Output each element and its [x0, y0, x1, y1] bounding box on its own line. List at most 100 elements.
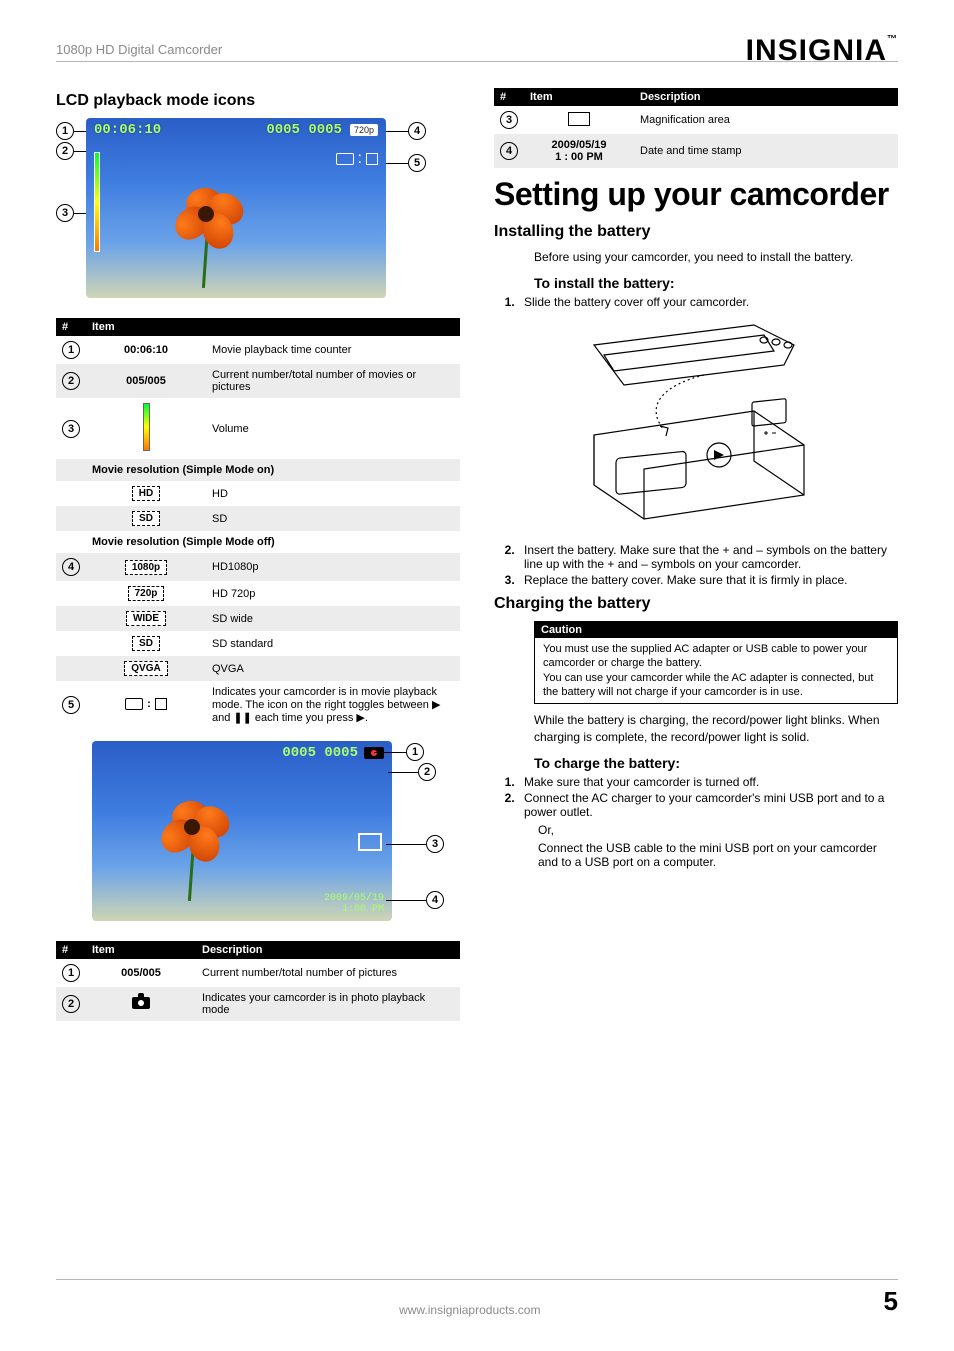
- row-desc: SD wide: [206, 606, 460, 631]
- row-desc: Magnification area: [634, 106, 898, 134]
- callout-4: 4: [408, 122, 426, 140]
- step-continuation: Connect the USB cable to the mini USB po…: [538, 841, 898, 869]
- res-box-icon: WIDE: [126, 611, 166, 626]
- section-label: Movie resolution (Simple Mode off): [86, 531, 460, 553]
- step: Make sure that your camcorder is turned …: [518, 775, 898, 789]
- row-num: 1: [62, 341, 80, 359]
- row-desc: Volume: [206, 398, 460, 459]
- row-desc: Indicates your camcorder is in movie pla…: [206, 681, 460, 729]
- res-box-icon: SD: [132, 636, 160, 651]
- lcd2-illustration-wrap: 0005 0005 2009/05/191:00 PM 1: [56, 741, 460, 941]
- th-item: Item: [86, 941, 196, 959]
- callout-1: 1: [56, 122, 74, 140]
- th-item: Item: [524, 88, 634, 106]
- subsection-heading: Installing the battery: [494, 223, 898, 241]
- volume-bar-icon: [143, 403, 150, 451]
- flower-photo: [146, 178, 266, 288]
- caution-box: Caution You must use the supplied AC ada…: [534, 621, 898, 704]
- row-num: 3: [62, 420, 80, 438]
- page-footer: www.insigniaproducts.com 5: [56, 1279, 898, 1317]
- brand-logo: INSIGNIA™: [746, 34, 898, 68]
- right-column: # Item Description 3 Magnification area …: [494, 88, 898, 1021]
- row-desc: Movie playback time counter: [206, 336, 460, 364]
- row-desc: Current number/total number of pictures: [196, 959, 460, 987]
- lcd-res-chip: 720p: [350, 124, 378, 136]
- play-pause-icon: [366, 153, 378, 165]
- lcd-screen: 00:06:10 0005 0005 720p :: [86, 118, 386, 298]
- intro-text: While the battery is charging, the recor…: [534, 712, 898, 744]
- procedure-heading: To charge the battery:: [534, 755, 898, 771]
- row-item: 005/005: [86, 364, 206, 398]
- playback-mode-icon: :: [125, 698, 167, 710]
- flower-photo: [132, 791, 252, 901]
- row-num: 2: [62, 372, 80, 390]
- caution-text: You must use the supplied AC adapter or …: [543, 642, 889, 671]
- row-item: 00:06:10: [86, 336, 206, 364]
- icon-table-photo: # Item Description 1 005/005 Current num…: [56, 941, 460, 1021]
- section-label: Movie resolution (Simple Mode on): [86, 459, 460, 481]
- intro-text: Before using your camcorder, you need to…: [534, 249, 898, 265]
- lcd-count: 0005 0005: [266, 122, 342, 138]
- install-steps-cont: Insert the battery. Make sure that the +…: [518, 543, 898, 587]
- step: Connect the AC charger to your camcorder…: [518, 791, 898, 819]
- lcd-illustration-wrap: 1 2 3 4 5 00:06:10 0005 0005 720p: [56, 118, 460, 318]
- lcd-time: 00:06:10: [94, 122, 161, 138]
- row-num: 4: [62, 558, 80, 576]
- res-box-icon: QVGA: [124, 661, 167, 676]
- lcd-screen-photo: 0005 0005 2009/05/191:00 PM: [92, 741, 392, 921]
- subsection-heading: Charging the battery: [494, 595, 898, 613]
- step: Insert the battery. Make sure that the +…: [518, 543, 898, 571]
- callout-3: 3: [56, 204, 74, 222]
- row-desc: SD standard: [206, 631, 460, 656]
- th-num: #: [56, 941, 86, 959]
- res-box-icon: HD: [132, 486, 160, 501]
- charge-steps: Make sure that your camcorder is turned …: [518, 775, 898, 819]
- row-desc: HD1080p: [206, 553, 460, 581]
- section-heading: LCD playback mode icons: [56, 92, 460, 110]
- th-num: #: [56, 318, 86, 336]
- step: Slide the battery cover off your camcord…: [518, 295, 898, 309]
- procedure-heading: To install the battery:: [534, 275, 898, 291]
- volume-bar-icon: [94, 152, 100, 252]
- th-item: Item: [86, 318, 460, 336]
- row-num: 5: [62, 696, 80, 714]
- page-title: Setting up your camcorder: [494, 176, 898, 213]
- datetime-stamp: 2009/05/191:00 PM: [324, 893, 384, 915]
- step-continuation: Or,: [538, 823, 898, 837]
- step: Replace the battery cover. Make sure tha…: [518, 573, 898, 587]
- row-item: 005/005: [86, 959, 196, 987]
- battery-diagram: [554, 315, 854, 535]
- res-box-icon: SD: [132, 511, 160, 526]
- th-desc: Description: [196, 941, 460, 959]
- callout-5: 5: [408, 154, 426, 172]
- callout-4: 4: [426, 891, 444, 909]
- row-num: 3: [500, 111, 518, 129]
- row-desc: Indicates your camcorder is in photo pla…: [196, 987, 460, 1021]
- install-steps: Slide the battery cover off your camcord…: [518, 295, 898, 309]
- callout-2: 2: [418, 763, 436, 781]
- row-num: 1: [62, 964, 80, 982]
- magnification-icon: [568, 112, 590, 126]
- row-desc: QVGA: [206, 656, 460, 681]
- camera-icon: [364, 747, 384, 759]
- res-box-icon: 720p: [128, 586, 165, 601]
- icon-table-movie: # Item 1 00:06:10 Movie playback time co…: [56, 318, 460, 729]
- footer-url: www.insigniaproducts.com: [399, 1303, 540, 1317]
- row-desc: Current number/total number of movies or…: [206, 364, 460, 398]
- caution-label: Caution: [535, 622, 897, 638]
- lcd-count: 0005 0005: [282, 745, 358, 761]
- camcorder-icon: [336, 153, 354, 165]
- row-num: 4: [500, 142, 518, 160]
- row-desc: HD 720p: [206, 581, 460, 606]
- camera-icon: [132, 997, 150, 1009]
- magnification-icon: [358, 833, 382, 851]
- th-num: #: [494, 88, 524, 106]
- caution-text: You can use your camcorder while the AC …: [543, 671, 889, 700]
- left-column: LCD playback mode icons 1 2 3 4 5 00:06:…: [56, 88, 460, 1021]
- callout-3: 3: [426, 835, 444, 853]
- row-desc: SD: [206, 506, 460, 531]
- res-box-icon: 1080p: [125, 560, 167, 575]
- callout-1: 1: [406, 743, 424, 761]
- icon-table-photo-cont: # Item Description 3 Magnification area …: [494, 88, 898, 168]
- row-num: 2: [62, 995, 80, 1013]
